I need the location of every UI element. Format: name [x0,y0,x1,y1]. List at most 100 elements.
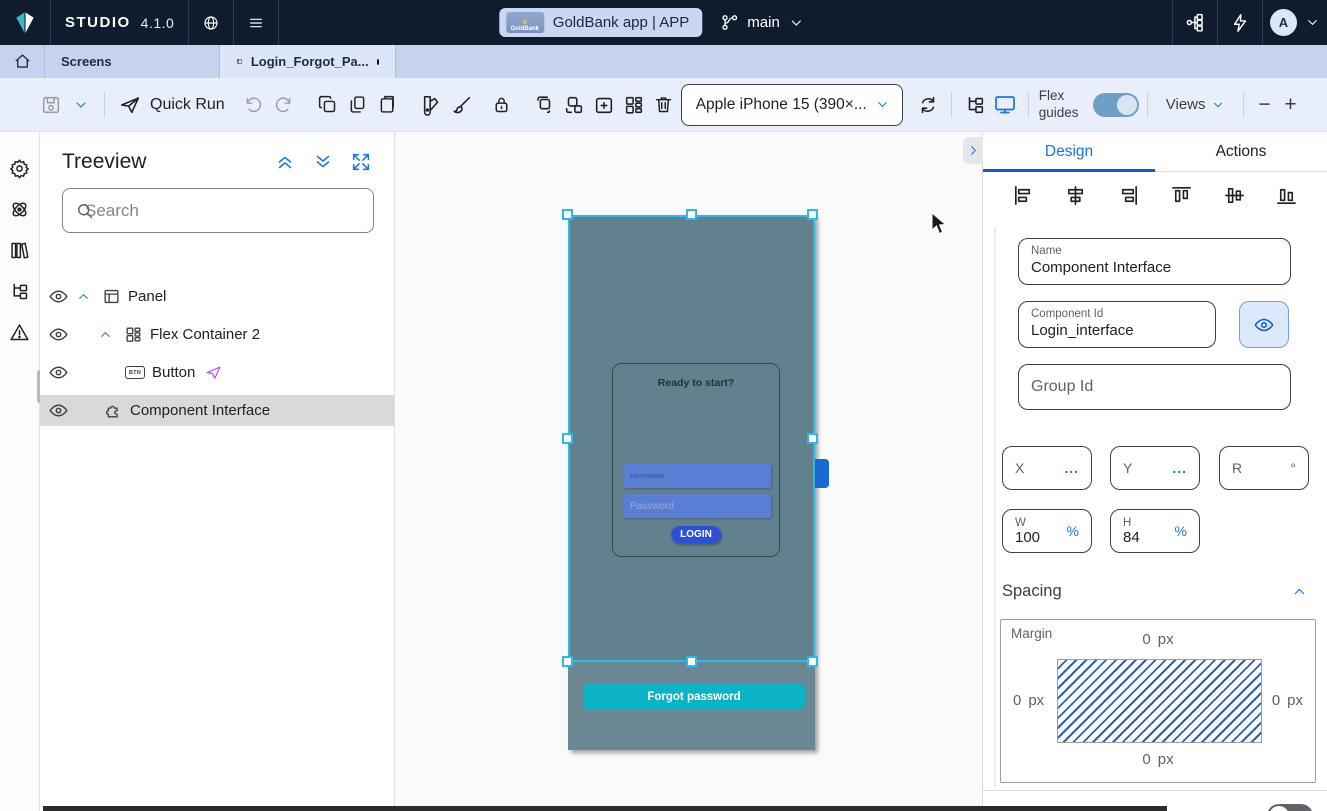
username-field[interactable]: Username [623,464,771,488]
align-right-button[interactable] [1117,183,1141,207]
width-field[interactable]: W 100 % [1002,509,1092,553]
search-input[interactable] [85,189,395,232]
tree-item-button[interactable]: BTN Button [40,357,394,388]
height-field[interactable]: H 84 % [1110,509,1200,553]
selection-handle-s[interactable] [686,656,697,667]
settings-rail-button[interactable] [8,156,32,180]
x-field[interactable]: X ... [1002,446,1092,490]
rotation-field[interactable]: R ° [1219,446,1309,490]
flex-guides-toggle[interactable] [1093,93,1139,117]
login-button[interactable]: LOGIN [671,526,721,543]
phone-screen-mockup[interactable]: Forgot password Ready to start? Username… [568,215,815,750]
copy-button[interactable] [313,90,343,120]
inspector-scrollbar-track[interactable] [994,228,996,787]
main-menu-button[interactable] [234,0,278,45]
redo-button[interactable] [269,90,299,120]
theme-styles-button[interactable] [417,90,447,120]
visibility-eye-icon[interactable] [48,324,69,345]
login-card[interactable]: Ready to start? Username Password LOGIN [612,363,780,557]
delete-button[interactable] [649,90,679,120]
align-center-vertical-button[interactable] [1222,183,1246,207]
layout-grid-button[interactable] [619,90,649,120]
quick-run-button[interactable]: Quick Run [119,94,225,116]
align-bottom-button[interactable] [1275,183,1299,207]
lock-button[interactable] [487,90,517,120]
views-dropdown[interactable]: Views [1166,96,1225,113]
save-button[interactable] [36,90,66,120]
y-field[interactable]: Y ... [1110,446,1200,490]
visibility-eye-icon[interactable] [48,400,69,421]
expand-panel-button[interactable] [350,151,372,173]
duplicate-button[interactable] [343,90,373,120]
library-rail-button[interactable] [8,238,32,262]
align-top-button[interactable] [1169,183,1193,207]
tab-actions[interactable]: Actions [1155,132,1327,171]
visibility-eye-icon[interactable] [48,286,69,307]
group-id-field[interactable]: Group Id [1018,364,1291,410]
refresh-button[interactable] [913,90,943,120]
collapse-inspector-button[interactable] [963,137,983,164]
treeview-rail-button[interactable] [8,279,32,303]
group-button[interactable] [529,90,559,120]
branch-selector[interactable]: main [720,13,804,32]
selection-handle-n[interactable] [686,209,697,220]
ungroup-button[interactable] [559,90,589,120]
margin-right-value[interactable]: 0px [1272,692,1303,709]
chevron-up-icon[interactable] [76,289,91,304]
selection-handle-nw[interactable] [562,209,573,220]
selected-component-interface[interactable]: Ready to start? Username Password LOGIN [568,215,815,662]
tab-screens[interactable]: Screens [45,45,220,78]
margin-left-value[interactable]: 0px [1013,692,1044,709]
password-field[interactable]: Password [623,494,771,518]
language-button[interactable] [189,0,233,45]
quick-actions-button[interactable] [1218,0,1262,45]
selection-handle-w[interactable] [562,433,573,444]
design-canvas[interactable]: Forgot password Ready to start? Username… [395,132,982,811]
selection-handle-e[interactable] [807,433,818,444]
zoom-in-button[interactable]: + [1278,93,1304,117]
configured-attributes-toggle[interactable] [1267,804,1313,811]
preview-monitor-button[interactable] [990,90,1020,120]
selection-handle-ne[interactable] [807,209,818,220]
integrations-button[interactable] [1173,0,1217,45]
account-menu[interactable]: A [1263,0,1327,45]
tab-login-forgot[interactable]: Login_Forgot_Pa... [220,45,396,78]
treeview-toggle-button[interactable] [960,90,990,120]
selection-handle-sw[interactable] [562,656,573,667]
collapse-all-button[interactable] [274,151,296,173]
app-selector-button[interactable]: ♛ GoldBank GoldBank app | APP [499,8,703,37]
align-center-horizontal-button[interactable] [1064,183,1088,207]
margin-top-value[interactable]: 0px [1142,631,1173,648]
align-left-button[interactable] [1011,183,1035,207]
margin-right-unit: px [1287,692,1303,709]
name-field[interactable]: Name Component Interface [1018,238,1291,285]
selection-handle-se[interactable] [807,656,818,667]
tab-design[interactable]: Design [983,132,1155,171]
warnings-rail-button[interactable] [8,320,32,344]
components-rail-button[interactable] [8,197,32,221]
tree-item-panel[interactable]: Panel [40,281,394,312]
margin-bottom-value[interactable]: 0px [1142,751,1173,768]
spacing-section-header[interactable]: Spacing [1002,582,1308,601]
visibility-eye-icon[interactable] [48,362,69,383]
add-container-button[interactable] [589,90,619,120]
format-painter-button[interactable] [447,90,477,120]
home-button[interactable] [0,45,45,78]
component-id-field[interactable]: Component Id Login_interface [1018,301,1216,348]
paste-button[interactable] [373,90,403,120]
device-selector[interactable]: Apple iPhone 15 (390×... [681,84,903,126]
flex-drag-grip[interactable] [815,459,829,488]
copy-icon [317,94,338,115]
chevron-up-icon[interactable] [98,327,113,342]
expand-all-button[interactable] [312,151,334,173]
tree-item-flex-container[interactable]: Flex Container 2 [40,319,394,350]
chevron-up-icon[interactable] [1291,583,1308,600]
undo-button[interactable] [239,90,269,120]
treeview-search[interactable] [62,188,374,233]
forgot-password-button[interactable]: Forgot password [583,683,805,710]
zoom-out-button[interactable]: − [1252,93,1278,117]
component-visibility-button[interactable] [1239,301,1289,348]
tree-item-component-interface[interactable]: Component Interface [40,395,394,426]
save-options-button[interactable] [66,90,96,120]
studio-logo[interactable] [0,0,50,45]
